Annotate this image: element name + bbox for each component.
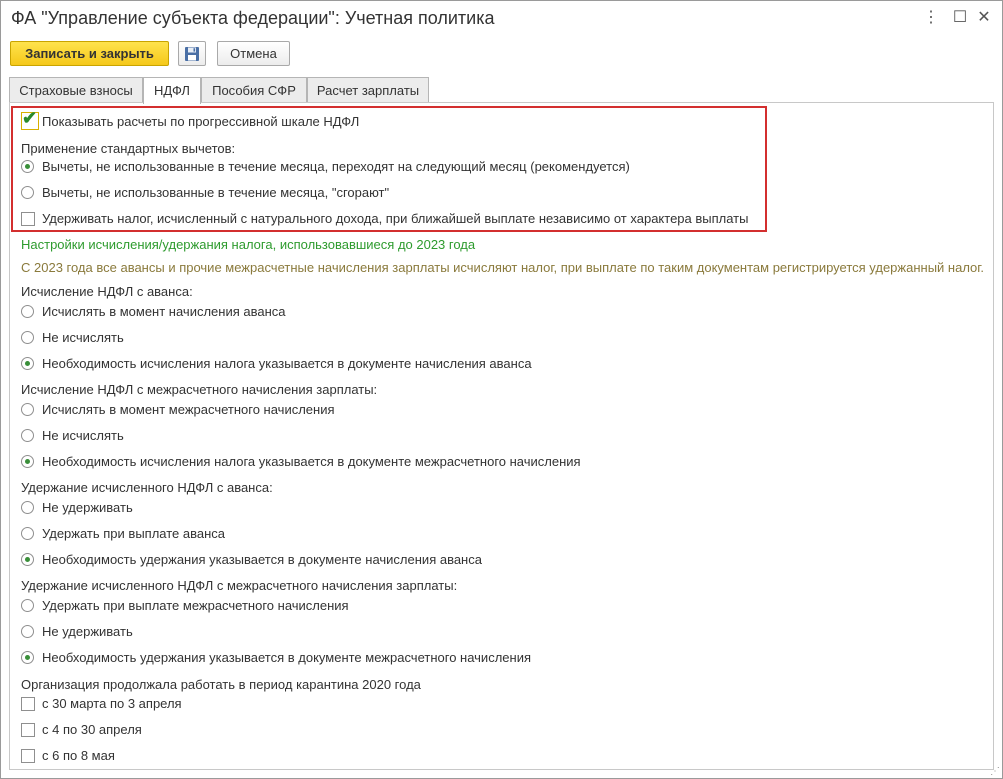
radio-icon[interactable] — [21, 305, 34, 318]
option-label: Необходимость исчисления налога указывае… — [42, 356, 532, 371]
natural-income-label: Удерживать налог, исчисленный с натураль… — [42, 211, 749, 226]
option-label: с 6 по 8 мая — [42, 748, 115, 763]
radio-icon[interactable] — [21, 527, 34, 540]
option-label: Удержать при выплате аванса — [42, 526, 226, 541]
option-label: Необходимость удержания указывается в до… — [42, 552, 482, 567]
quarantine-heading: Организация продолжала работать в период… — [21, 677, 421, 692]
radio-icon[interactable] — [21, 186, 34, 199]
radio-icon[interactable] — [21, 599, 34, 612]
radio-selected-icon[interactable] — [21, 160, 34, 173]
option-label: Не удерживать — [42, 624, 133, 639]
close-icon[interactable]: ✕ — [974, 7, 994, 29]
deductions-option-carry-label: Вычеты, не использованные в течение меся… — [42, 159, 630, 174]
option-label: Исчислять в момент межрасчетного начисле… — [42, 402, 335, 417]
window-title: ФА "Управление субъекта федерации": Учет… — [11, 8, 495, 28]
option-label: Не исчислять — [42, 428, 124, 443]
legacy-settings-link[interactable]: Настройки исчисления/удержания налога, и… — [21, 236, 475, 254]
tab-ndfl[interactable]: НДФЛ — [143, 77, 201, 104]
progressive-scale-label: Показывать расчеты по прогрессивной шкал… — [42, 114, 360, 129]
option-label: Исчислять в момент начисления аванса — [42, 304, 286, 319]
option-label: Не исчислять — [42, 330, 124, 345]
radio-icon[interactable] — [21, 501, 34, 514]
interim-withhold-heading: Удержание исчисленного НДФЛ с межрасчетн… — [21, 578, 458, 593]
radio-selected-icon[interactable] — [21, 651, 34, 664]
deductions-heading: Применение стандартных вычетов: — [21, 141, 236, 156]
tab-payroll[interactable]: Расчет зарплаты — [307, 77, 429, 103]
dialog-window: ФА "Управление субъекта федерации": Учет… — [0, 0, 1003, 779]
option-label: Необходимость исчисления налога указывае… — [42, 454, 581, 469]
resize-grip-icon[interactable]: ⋰ — [990, 766, 1000, 777]
checkbox-icon[interactable] — [21, 697, 35, 711]
natural-income-checkbox[interactable] — [21, 212, 35, 226]
option-label: Удержать при выплате межрасчетного начис… — [42, 598, 349, 613]
more-menu-icon[interactable]: ⋮ — [921, 7, 941, 29]
checkbox-icon[interactable] — [21, 723, 35, 737]
tab-benefits[interactable]: Пособия СФР — [201, 77, 307, 103]
radio-selected-icon[interactable] — [21, 455, 34, 468]
interim-calc-heading: Исчисление НДФЛ с межрасчетного начислен… — [21, 382, 378, 397]
radio-icon[interactable] — [21, 403, 34, 416]
radio-icon[interactable] — [21, 429, 34, 442]
deductions-option-burn-label: Вычеты, не использованные в течение меся… — [42, 185, 390, 200]
checkmark-icon: ✔ — [22, 108, 38, 128]
legacy-note: С 2023 года все авансы и прочие межрасче… — [21, 260, 985, 275]
advance-withhold-heading: Удержание исчисленного НДФЛ с аванса: — [21, 480, 273, 495]
progressive-scale-checkbox[interactable]: ✔ — [21, 108, 39, 130]
advance-calc-heading: Исчисление НДФЛ с аванса: — [21, 284, 193, 299]
option-label: с 4 по 30 апреля — [42, 722, 142, 737]
save-and-close-button[interactable]: Записать и закрыть — [10, 41, 169, 66]
radio-icon[interactable] — [21, 625, 34, 638]
radio-icon[interactable] — [21, 331, 34, 344]
floppy-disk-icon — [185, 47, 199, 61]
cancel-button[interactable]: Отмена — [217, 41, 290, 66]
save-button[interactable] — [178, 41, 206, 66]
maximize-icon[interactable]: ☐ — [950, 7, 970, 29]
tab-insurance[interactable]: Страховые взносы — [9, 77, 143, 103]
radio-selected-icon[interactable] — [21, 357, 34, 370]
option-label: с 30 марта по 3 апреля — [42, 696, 182, 711]
option-label: Необходимость удержания указывается в до… — [42, 650, 531, 665]
radio-selected-icon[interactable] — [21, 553, 34, 566]
option-label: Не удерживать — [42, 500, 133, 515]
checkbox-icon[interactable] — [21, 749, 35, 763]
